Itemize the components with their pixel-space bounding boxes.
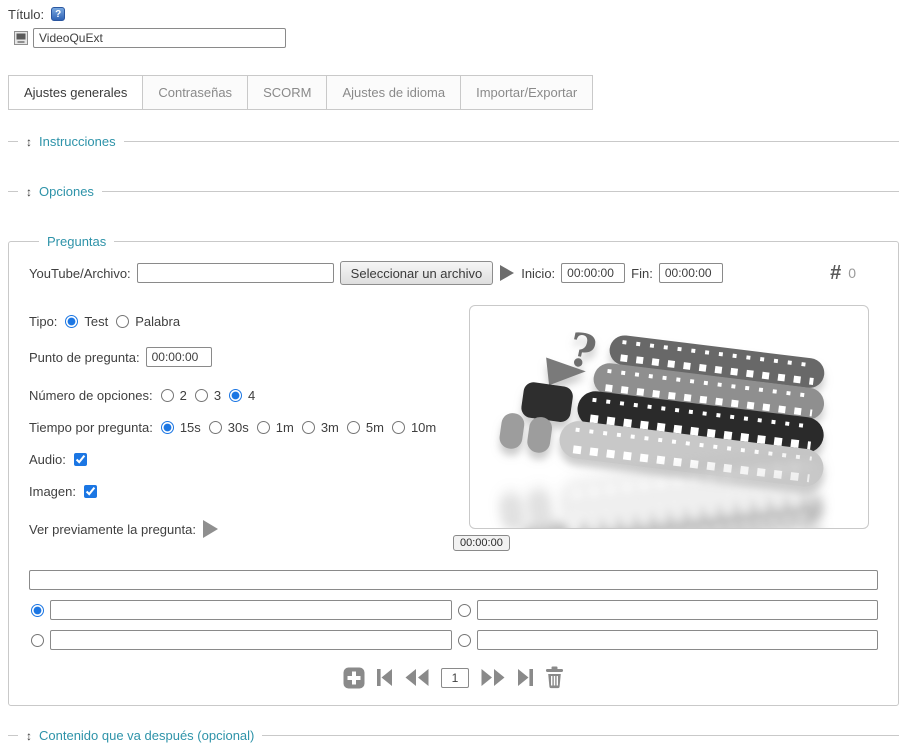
answer-row (29, 600, 878, 620)
title-label: Título: (8, 6, 45, 22)
tipo-option-test[interactable]: Test (63, 314, 108, 329)
section-preguntas-legend[interactable]: Preguntas (39, 234, 114, 249)
videoquext-logo: ? (470, 321, 868, 528)
section-instrucciones: ↕ Instrucciones (8, 134, 899, 149)
plus-icon (343, 667, 365, 688)
tiempo-option-5m[interactable]: 5m (345, 420, 384, 435)
punto-pregunta-input[interactable] (145, 347, 212, 367)
numero-option-4[interactable]: 4 (227, 388, 255, 403)
section-contenido-toggle[interactable]: ↕ Contenido que va después (opcional) (18, 728, 262, 743)
fin-input[interactable] (658, 263, 723, 283)
collapse-icon: ↕ (26, 134, 32, 149)
preview-play-icon[interactable] (202, 519, 219, 539)
add-question-button[interactable] (343, 667, 365, 689)
answer-radio-1[interactable] (31, 603, 44, 617)
preview-label: Ver previamente la pregunta: (29, 521, 196, 537)
numero-option-3[interactable]: 3 (193, 388, 221, 403)
rewind-icon (405, 669, 429, 686)
numero-radio-2[interactable] (160, 388, 174, 402)
tab-contrasenas[interactable]: Contraseñas (142, 75, 249, 110)
answer-radio-3[interactable] (31, 633, 44, 647)
tiempo-option-10m[interactable]: 10m (390, 420, 436, 435)
answer-input-1[interactable] (50, 600, 452, 620)
answer-radio-4[interactable] (457, 633, 471, 647)
answer-input-4[interactable] (476, 630, 878, 650)
question-counter: # 0 (830, 262, 856, 285)
section-preguntas: Preguntas YouTube/Archivo: Seleccionar u… (8, 234, 899, 706)
numero-radio-4[interactable] (229, 388, 243, 402)
answer-row (29, 630, 878, 650)
tab-importar-exportar[interactable]: Importar/Exportar (460, 75, 594, 110)
tiempo-option-30s[interactable]: 30s (207, 420, 249, 435)
tiempo-radio-5m[interactable] (346, 420, 360, 434)
inicio-input[interactable] (561, 263, 626, 283)
section-opciones-toggle[interactable]: ↕ Opciones (18, 184, 102, 199)
section-contenido: ↕ Contenido que va después (opcional) (8, 728, 899, 743)
section-contenido-label: Contenido que va después (opcional) (39, 728, 255, 743)
audio-label: Audio: (29, 451, 66, 467)
youtube-url-input[interactable] (136, 263, 334, 283)
next-question-button[interactable] (480, 667, 506, 688)
select-file-button[interactable]: Seleccionar un archivo (339, 261, 494, 285)
answer-radio-2[interactable] (457, 603, 471, 617)
prev-question-button[interactable] (404, 667, 430, 688)
tipo-option-palabra[interactable]: Palabra (114, 314, 180, 329)
delete-question-button[interactable] (545, 666, 564, 689)
tab-ajustes-idioma[interactable]: Ajustes de idioma (326, 75, 462, 110)
section-preguntas-label: Preguntas (47, 234, 107, 249)
fin-label: Fin: (631, 265, 653, 281)
youtube-label: YouTube/Archivo: (29, 265, 131, 281)
numero-option-2[interactable]: 2 (159, 388, 187, 403)
numero-opciones-label: Número de opciones: (29, 387, 153, 403)
punto-label: Punto de pregunta: (29, 349, 140, 365)
tiempo-label: Tiempo por pregunta: (29, 419, 153, 435)
settings-tabs: Ajustes generales Contraseñas SCORM Ajus… (8, 75, 899, 110)
forward-icon (481, 669, 505, 686)
load-video-play-icon[interactable] (499, 264, 515, 282)
tiempo-radio-15s[interactable] (160, 420, 174, 434)
answer-input-2[interactable] (476, 600, 878, 620)
help-icon[interactable]: ? (51, 7, 66, 21)
question-count: 0 (848, 265, 856, 281)
tiempo-option-1m[interactable]: 1m (255, 420, 294, 435)
video-current-time[interactable]: 00:00:00 (453, 535, 510, 551)
inicio-label: Inicio: (521, 265, 556, 281)
tiempo-option-3m[interactable]: 3m (300, 420, 339, 435)
tiempo-option-15s[interactable]: 15s (159, 420, 201, 435)
tipo-label: Tipo: (29, 313, 58, 329)
last-question-button[interactable] (517, 667, 534, 688)
video-preview[interactable]: ? (469, 305, 869, 529)
trash-icon (546, 666, 563, 689)
last-icon (518, 669, 533, 686)
tiempo-radio-30s[interactable] (208, 420, 222, 434)
tab-scorm[interactable]: SCORM (247, 75, 328, 110)
tab-ajustes-generales[interactable]: Ajustes generales (8, 75, 144, 110)
question-pager (29, 666, 878, 689)
question-text-input[interactable] (29, 570, 878, 590)
first-icon (377, 669, 392, 686)
section-opciones-label: Opciones (39, 184, 94, 199)
tiempo-radio-1m[interactable] (256, 420, 270, 434)
tiempo-radio-3m[interactable] (301, 420, 315, 434)
first-question-button[interactable] (376, 667, 393, 688)
question-page-input[interactable] (441, 667, 469, 688)
hash-icon: # (830, 261, 842, 284)
tiempo-radio-10m[interactable] (391, 420, 405, 434)
section-opciones: ↕ Opciones (8, 184, 899, 199)
collapse-icon: ↕ (26, 184, 32, 199)
title-input[interactable] (33, 28, 286, 48)
imagen-checkbox[interactable] (83, 484, 97, 498)
imagen-label: Imagen: (29, 483, 76, 499)
section-instrucciones-toggle[interactable]: ↕ Instrucciones (18, 134, 124, 149)
videoquext-editor: Título: ? Ajustes generales Contraseñas … (0, 0, 909, 743)
audio-checkbox[interactable] (73, 452, 87, 466)
section-instrucciones-label: Instrucciones (39, 134, 116, 149)
tipo-radio-test[interactable] (65, 314, 79, 328)
answer-input-3[interactable] (50, 630, 452, 650)
media-icon (14, 31, 28, 45)
collapse-icon: ↕ (26, 728, 32, 743)
numero-radio-3[interactable] (194, 388, 208, 402)
tipo-radio-palabra[interactable] (116, 314, 130, 328)
